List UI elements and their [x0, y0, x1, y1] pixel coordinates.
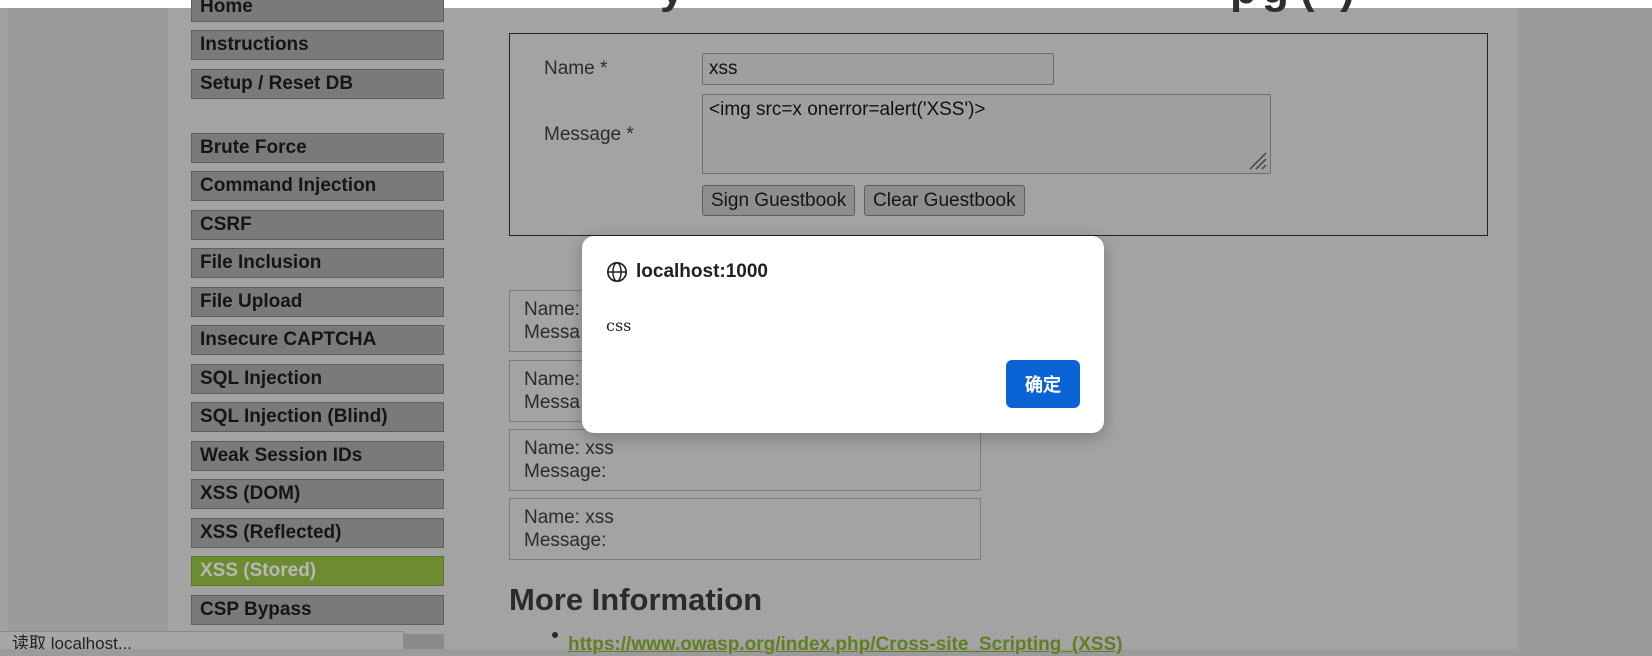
guestbook-entry: Name: xss Message:: [509, 498, 981, 560]
sidebar-item-home[interactable]: Home: [191, 0, 444, 22]
sidebar-item-sql-injection-blind[interactable]: SQL Injection (Blind): [191, 402, 444, 432]
alert-dialog: localhost:1000 css 确定: [582, 236, 1104, 433]
browser-status-bar: 读取 localhost...: [0, 631, 404, 649]
sidebar-item-csp-bypass[interactable]: CSP Bypass: [191, 595, 444, 625]
sidebar-item-csrf[interactable]: CSRF: [191, 210, 444, 240]
sidebar-item-command-injection[interactable]: Command Injection: [191, 171, 444, 201]
ok-button[interactable]: 确定: [1006, 360, 1080, 408]
sidebar-item-weak-session-ids[interactable]: Weak Session IDs: [191, 441, 444, 471]
window-left-edge: [0, 8, 8, 649]
resize-grip-icon[interactable]: [1247, 150, 1267, 170]
more-information-heading: More Information: [509, 582, 763, 617]
sidebar-item-file-upload[interactable]: File Upload: [191, 287, 444, 317]
message-label: Message *: [544, 124, 634, 145]
entry-name: Name: xss: [524, 438, 614, 459]
entry-message: Message:: [524, 461, 607, 482]
sidebar-item-xss-stored[interactable]: XSS (Stored): [191, 556, 444, 586]
globe-icon: [607, 262, 627, 282]
sidebar-item-sql-injection[interactable]: SQL Injection: [191, 364, 444, 394]
sidebar-item-insecure-captcha[interactable]: Insecure CAPTCHA: [191, 325, 444, 355]
status-bar-segment: [404, 634, 444, 649]
sidebar-item-xss-dom[interactable]: XSS (DOM): [191, 479, 444, 509]
guestbook-entry: Name: xss Message:: [509, 429, 981, 491]
entry-message: Message:: [524, 530, 607, 551]
sidebar-item-xss-reflected[interactable]: XSS (Reflected): [191, 518, 444, 548]
owasp-xss-link[interactable]: https://www.owasp.org/index.php/Cross-si…: [568, 634, 1123, 656]
dialog-origin: localhost:1000: [636, 261, 768, 282]
sidebar-item-setup-reset-db[interactable]: Setup / Reset DB: [191, 69, 444, 99]
name-label: Name *: [544, 58, 608, 79]
list-bullet: [552, 632, 558, 638]
entry-name: Name: xss: [524, 507, 614, 528]
dialog-message: css: [606, 316, 632, 335]
sidebar-item-brute-force[interactable]: Brute Force: [191, 133, 444, 163]
clear-guestbook-button[interactable]: Clear Guestbook: [864, 185, 1025, 216]
sign-guestbook-button[interactable]: Sign Guestbook: [702, 185, 856, 216]
sidebar-item-file-inclusion[interactable]: File Inclusion: [191, 248, 444, 278]
sidebar-item-instructions[interactable]: Instructions: [191, 30, 444, 60]
message-textarea[interactable]: <img src=x onerror=alert('XSS')>: [702, 94, 1271, 174]
name-input[interactable]: [702, 53, 1054, 85]
